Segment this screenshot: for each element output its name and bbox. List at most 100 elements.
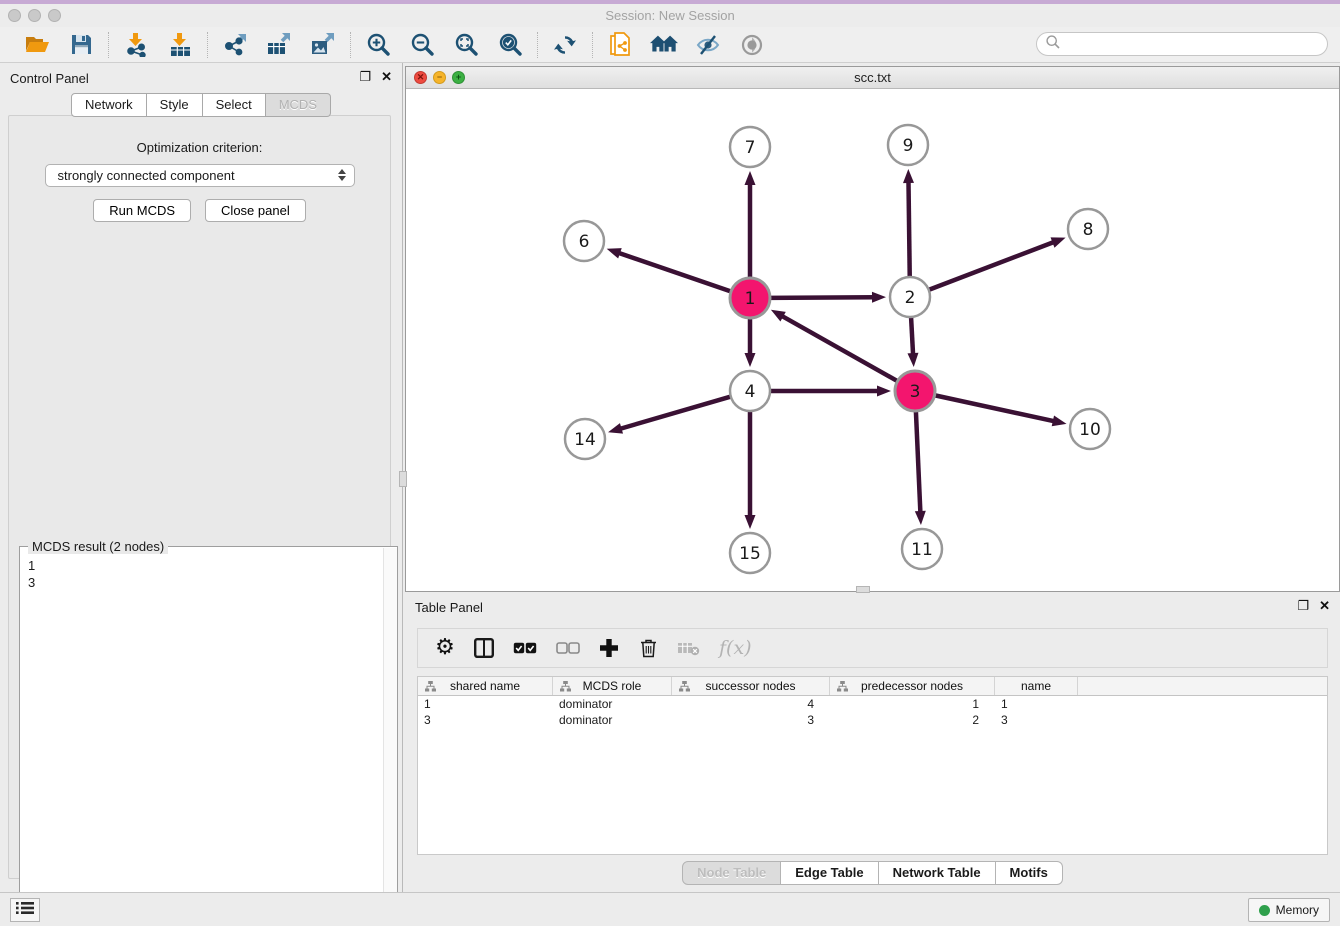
home-icon[interactable] (650, 31, 678, 59)
hide-glyphs-icon[interactable] (694, 31, 722, 59)
delete-column-icon[interactable] (638, 638, 658, 658)
zoom-fit-icon[interactable] (452, 31, 480, 59)
criterion-select[interactable]: strongly connected component (45, 164, 355, 187)
table-cell[interactable]: 2 (830, 713, 995, 727)
run-mcds-button[interactable]: Run MCDS (93, 199, 191, 222)
show-glyphs-icon[interactable] (738, 31, 766, 59)
tab-mcds[interactable]: MCDS (266, 93, 331, 117)
close-panel-icon[interactable]: ✕ (381, 70, 392, 83)
mcds-result-item[interactable]: 3 (28, 574, 389, 591)
table-cell[interactable]: 1 (830, 697, 995, 711)
search-box[interactable] (1036, 32, 1328, 56)
panel-divider-handle[interactable] (399, 471, 407, 487)
tab-style[interactable]: Style (147, 93, 203, 117)
graph-arrowhead-1-6 (607, 248, 622, 258)
graph-edge-1-2[interactable] (770, 297, 875, 298)
column-header-name[interactable]: name (995, 677, 1078, 695)
graph-node-label-1: 1 (745, 289, 756, 309)
graph-node-label-2: 2 (905, 288, 916, 308)
select-chevrons-icon (338, 169, 346, 181)
export-table-icon[interactable] (265, 31, 293, 59)
task-history-button[interactable] (10, 898, 40, 922)
table-cell[interactable]: 1 (995, 697, 1078, 711)
import-table-icon[interactable] (166, 31, 194, 59)
export-network-icon[interactable] (221, 31, 249, 59)
table-settings-gear-icon[interactable]: ⚙ (435, 637, 455, 659)
column-header-successor-nodes[interactable]: successor nodes (672, 677, 830, 695)
zoom-out-icon[interactable] (408, 31, 436, 59)
table-row: 3dominator323 (418, 712, 1327, 728)
toolbar-group (538, 31, 592, 59)
tab-node-table[interactable]: Node Table (682, 861, 781, 885)
table-divider-handle[interactable] (856, 586, 870, 593)
open-file-icon[interactable] (23, 31, 51, 59)
graph-edge-2-8[interactable] (929, 241, 1056, 289)
table-float-panel-icon[interactable]: ❐ (1297, 599, 1309, 612)
graph-edge-2-3[interactable] (911, 317, 913, 356)
network-minimize-button[interactable]: − (433, 71, 446, 84)
status-bar: Memory (0, 892, 1340, 926)
control-panel-tabs: NetworkStyleSelectMCDS (0, 93, 402, 117)
import-network-icon[interactable] (122, 31, 150, 59)
network-file-icon[interactable] (606, 31, 634, 59)
table-cell[interactable]: 3 (418, 713, 553, 727)
network-zoom-button[interactable]: + (452, 71, 465, 84)
network-canvas[interactable]: 7968124314101511 (406, 89, 1339, 591)
zoom-in-icon[interactable] (364, 31, 392, 59)
minimize-window-button[interactable] (28, 9, 41, 22)
graph-edge-3-11[interactable] (916, 411, 921, 514)
graph-edge-1-6[interactable] (617, 252, 731, 291)
table-tabs: Node TableEdge TableNetwork TableMotifs (405, 861, 1340, 885)
tab-network[interactable]: Network (71, 93, 147, 117)
tab-network-table[interactable]: Network Table (879, 861, 996, 885)
table-cell[interactable]: dominator (553, 713, 672, 727)
table-close-panel-icon[interactable]: ✕ (1319, 599, 1330, 612)
search-input[interactable] (1061, 37, 1327, 51)
close-window-button[interactable] (8, 9, 21, 22)
table-row: 1dominator411 (418, 696, 1327, 712)
select-all-icon[interactable] (513, 642, 537, 655)
mcds-result-title: MCDS result (2 nodes) (28, 539, 168, 554)
result-scrollbar[interactable] (383, 548, 397, 922)
tab-edge-table[interactable]: Edge Table (781, 861, 878, 885)
deselect-all-icon[interactable] (556, 642, 580, 655)
table-cell[interactable]: 3 (995, 713, 1078, 727)
table-cell[interactable]: 1 (418, 697, 553, 711)
graph-arrowhead-2-9 (903, 169, 914, 183)
save-session-icon[interactable] (67, 31, 95, 59)
column-header-shared-name[interactable]: shared name (418, 677, 553, 695)
graph-arrowhead-4-3 (877, 386, 891, 397)
columns-icon[interactable] (474, 638, 494, 658)
control-panel-header: Control Panel ❐ ✕ (0, 63, 402, 93)
graph-arrowhead-4-15 (745, 515, 756, 529)
memory-button[interactable]: Memory (1248, 898, 1330, 922)
table-cell[interactable]: 3 (672, 713, 830, 727)
network-close-button[interactable]: ✕ (414, 71, 427, 84)
export-image-icon[interactable] (309, 31, 337, 59)
graph-edge-3-10[interactable] (935, 395, 1056, 421)
zoom-selected-icon[interactable] (496, 31, 524, 59)
toolbar-group (593, 31, 779, 59)
table-cell[interactable]: 4 (672, 697, 830, 711)
refresh-layout-icon[interactable] (551, 31, 579, 59)
table-panel-header: Table Panel ❐ ✕ (405, 592, 1340, 622)
add-column-icon[interactable] (599, 639, 619, 657)
graph-edge-3-1[interactable] (780, 315, 897, 381)
close-panel-button[interactable]: Close panel (205, 199, 306, 222)
mcds-result-group: MCDS result (2 nodes) 13 (19, 546, 398, 924)
network-window-titlebar[interactable]: ✕ − + scc.txt (406, 67, 1339, 89)
tab-select[interactable]: Select (203, 93, 266, 117)
column-header-label: predecessor nodes (861, 679, 963, 693)
column-header-MCDS-role[interactable]: MCDS role (553, 677, 672, 695)
control-panel-title: Control Panel (10, 71, 89, 86)
float-panel-icon[interactable]: ❐ (359, 70, 371, 83)
mcds-result-item[interactable]: 1 (28, 557, 389, 574)
graph-edge-2-9[interactable] (908, 180, 909, 277)
delete-table-icon (677, 640, 700, 656)
table-cell[interactable]: dominator (553, 697, 672, 711)
tab-motifs[interactable]: Motifs (996, 861, 1063, 885)
graph-edge-4-14[interactable] (619, 397, 731, 430)
column-header-predecessor-nodes[interactable]: predecessor nodes (830, 677, 995, 695)
table-panel: Table Panel ❐ ✕ ⚙f(x) shared nameMCDS ro… (405, 592, 1340, 892)
maximize-window-button[interactable] (48, 9, 61, 22)
